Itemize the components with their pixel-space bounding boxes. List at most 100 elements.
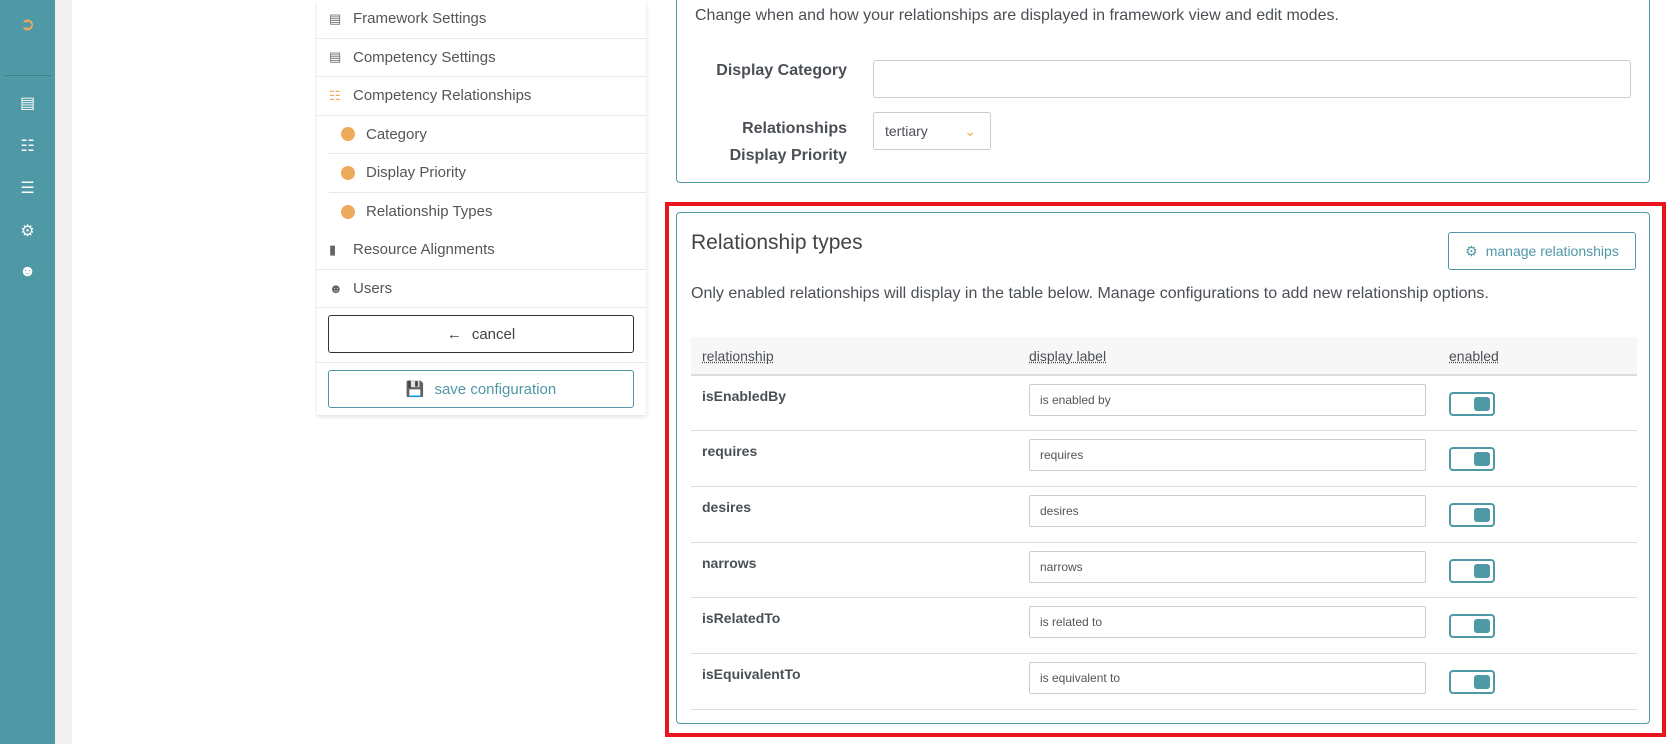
priority-label-line: Relationships <box>742 120 847 137</box>
enabled-toggle[interactable] <box>1449 614 1495 639</box>
display-label-input[interactable] <box>1029 439 1426 472</box>
divider <box>5 75 51 76</box>
menu-item-resource-alignments[interactable]: ▮ Resource Alignments <box>317 231 646 270</box>
relationship-types-card: Relationship types ⚙ manage relationships… <box>676 212 1650 724</box>
table-row: requires <box>691 430 1637 487</box>
menu-item-relationship-types[interactable]: Relationship Types <box>329 193 646 232</box>
save-configuration-button[interactable]: 💾 save configuration <box>328 370 634 408</box>
app-sidebar: ➲ ▤ ☷ ☰ ⚙ ☻ <box>0 0 55 744</box>
users-icon: ☻ <box>329 280 343 296</box>
display-category-input[interactable] <box>873 60 1631 98</box>
save-icon: 💾 <box>405 381 425 398</box>
gutter <box>55 0 72 744</box>
toggle-knob <box>1474 507 1490 522</box>
enabled-cell <box>1438 597 1637 654</box>
priority-label: Relationships Display Priority <box>697 115 847 169</box>
manage-label: manage relationships <box>1485 243 1619 259</box>
menu-item-category[interactable]: Category <box>329 116 646 154</box>
relationship-name: isEnabledBy <box>691 375 1018 432</box>
save-label: save configuration <box>434 380 557 398</box>
display-label-input[interactable] <box>1029 494 1426 527</box>
enabled-toggle[interactable] <box>1449 558 1495 583</box>
chevron-down-icon: ⌄ <box>964 122 976 139</box>
section-description: Only enabled relationships will display … <box>691 285 1489 302</box>
relationship-name: desires <box>691 486 1018 543</box>
relationship-table: relationship display label enabled isEna… <box>691 337 1637 710</box>
toggle-knob <box>1474 397 1490 411</box>
priority-label-line: Display Priority <box>729 147 847 164</box>
table-row: narrows <box>691 542 1637 599</box>
sitemap-icon[interactable]: ☷ <box>0 136 55 156</box>
display-settings-card: Change when and how your relationships a… <box>676 0 1650 183</box>
cancel-button[interactable]: ← cancel <box>328 315 634 353</box>
book-icon: ▮ <box>329 241 337 257</box>
enabled-cell <box>1438 375 1637 432</box>
menu-item-users[interactable]: ☻ Users <box>317 270 646 308</box>
display-label-cell <box>1018 375 1438 432</box>
header-text: relationship <box>702 347 774 364</box>
display-label-cell <box>1018 486 1438 543</box>
column-header-enabled[interactable]: enabled <box>1438 337 1637 376</box>
enabled-toggle[interactable] <box>1449 669 1495 694</box>
enabled-toggle[interactable] <box>1449 447 1495 472</box>
enabled-cell <box>1438 542 1637 599</box>
arrow-left-icon: ← <box>446 325 462 343</box>
relationship-name: isRelatedTo <box>691 597 1018 654</box>
header-text: enabled <box>1449 347 1499 364</box>
header-text: display label <box>1029 347 1107 364</box>
display-label-input[interactable] <box>1029 606 1426 639</box>
sitemap-icon: ☷ <box>329 87 341 103</box>
list-icon: ▤ <box>329 49 342 65</box>
column-header-display-label[interactable]: display label <box>1018 337 1438 376</box>
table-row: isRelatedTo <box>691 597 1637 654</box>
toggle-knob <box>1474 563 1490 578</box>
menu-item-label: Resource Alignments <box>353 241 495 259</box>
users-icon[interactable]: ☻ <box>0 263 55 281</box>
enabled-toggle[interactable] <box>1449 392 1495 416</box>
gear-icon: ⚙ <box>1465 242 1478 259</box>
menu-item-framework-settings[interactable]: ▤ Framework Settings <box>317 0 646 39</box>
column-header-relationship[interactable]: relationship <box>691 337 1018 376</box>
relationship-name: narrows <box>691 542 1018 599</box>
enabled-cell <box>1438 430 1637 487</box>
manage-relationships-button[interactable]: ⚙ manage relationships <box>1448 232 1636 270</box>
priority-value: tertiary <box>885 123 928 139</box>
priority-select[interactable]: tertiary ⌄ <box>873 112 991 150</box>
menu-item-display-priority[interactable]: Display Priority <box>329 154 646 193</box>
toggle-knob <box>1474 452 1490 467</box>
table-row: desires <box>691 486 1637 543</box>
relationship-name: requires <box>691 430 1018 487</box>
sign-out-icon[interactable]: ➲ <box>0 14 55 35</box>
display-label-input[interactable] <box>1029 384 1426 416</box>
relationship-name: isEquivalentTo <box>691 653 1018 710</box>
display-category-label: Display Category <box>716 62 847 79</box>
display-label-input[interactable] <box>1029 661 1426 694</box>
list-icon: ▤ <box>329 10 342 26</box>
display-label-cell <box>1018 430 1438 487</box>
enabled-cell <box>1438 653 1637 710</box>
menu-item-label: Category <box>366 125 427 143</box>
menu-item-label: Competency Relationships <box>353 87 532 105</box>
dot-icon <box>341 204 355 219</box>
enabled-cell <box>1438 486 1637 543</box>
dot-icon <box>341 127 355 142</box>
menu-item-label: Framework Settings <box>353 10 487 28</box>
cancel-label: cancel <box>471 325 516 343</box>
list-icon[interactable]: ▤ <box>0 93 55 113</box>
toggle-knob <box>1474 619 1490 634</box>
section-title: Relationship types <box>691 231 863 254</box>
display-description: Change when and how your relationships a… <box>695 7 1339 24</box>
table-row: isEnabledBy <box>691 375 1637 432</box>
menu-item-competency-relationships[interactable]: ☷ Competency Relationships <box>317 77 646 116</box>
enabled-toggle[interactable] <box>1449 502 1495 527</box>
settings-menu: ▤ Framework Settings ▤ Competency Settings… <box>317 0 646 415</box>
menu-item-label: Display Priority <box>366 164 467 182</box>
menu-item-label: Relationship Types <box>366 203 493 221</box>
toggle-knob <box>1474 674 1490 689</box>
display-label-input[interactable] <box>1029 550 1426 583</box>
menu-item-competency-settings[interactable]: ▤ Competency Settings <box>317 39 646 77</box>
menu-item-label: Users <box>353 279 393 297</box>
layers-icon[interactable]: ☰ <box>0 178 55 198</box>
gear-icon[interactable]: ⚙ <box>0 221 55 241</box>
display-label-cell <box>1018 653 1438 710</box>
